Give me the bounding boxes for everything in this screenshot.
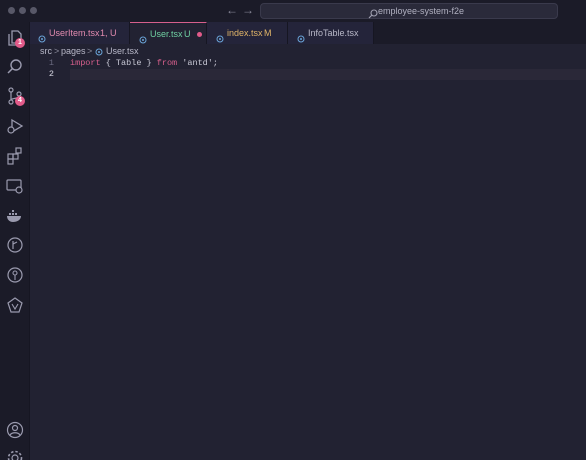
files-icon[interactable]: 1	[5, 28, 25, 48]
tab-index[interactable]: index.tsx M	[207, 22, 288, 44]
code-editor[interactable]: 1 2 import { Table } from 'antd';	[30, 56, 586, 460]
react-file-icon	[297, 29, 305, 43]
tab-useritem[interactable]: UserItem.tsx 1, U	[30, 22, 130, 44]
react-file-icon	[139, 30, 147, 44]
maximize-window-button[interactable]	[30, 7, 37, 14]
brace-open: {	[100, 58, 116, 68]
identifier-table: Table	[115, 58, 142, 68]
close-window-button[interactable]	[8, 7, 15, 14]
search-icon	[368, 6, 378, 19]
keyword-from: from	[156, 58, 178, 68]
command-center-search[interactable]: employee-system-f2e	[260, 3, 558, 19]
run-debug-icon[interactable]	[5, 116, 25, 136]
git-graph-icon[interactable]	[5, 235, 25, 255]
line-number: 2	[48, 69, 54, 79]
source-control-badge: 4	[15, 96, 25, 106]
docker-icon[interactable]	[5, 206, 25, 226]
tab-status: M	[264, 28, 272, 38]
remote-explorer-icon[interactable]	[5, 176, 25, 196]
tab-status: 1, U	[100, 28, 117, 38]
title-bar: ← → employee-system-f2e	[0, 0, 586, 22]
minimize-window-button[interactable]	[19, 7, 26, 14]
explorer-badge: 1	[15, 38, 25, 48]
window-title: employee-system-f2e	[378, 6, 465, 16]
extensions-icon[interactable]	[5, 146, 25, 166]
tab-user[interactable]: User.tsx U	[130, 22, 207, 44]
brace-close: }	[141, 58, 157, 68]
source-control-icon[interactable]: 4	[5, 86, 25, 106]
activity-bar: 1 4	[0, 22, 30, 460]
code-line[interactable]: import { Table } from 'antd';	[70, 58, 218, 69]
keyword-import: import	[70, 58, 101, 68]
tab-status: U	[184, 29, 191, 39]
tab-label: User.tsx	[150, 29, 183, 39]
unsaved-dot-icon[interactable]	[197, 32, 202, 37]
gitlens-icon[interactable]	[5, 265, 25, 285]
tab-label: index.tsx	[227, 28, 263, 38]
tab-infotable[interactable]: InfoTable.tsx	[288, 22, 374, 44]
react-file-icon	[38, 29, 46, 43]
back-arrow-icon[interactable]: ←	[226, 3, 238, 17]
react-file-icon	[95, 47, 103, 56]
semicolon: ;	[212, 58, 218, 68]
account-icon[interactable]	[5, 420, 25, 440]
editor-tab-bar: UserItem.tsx 1, U User.tsx U index.tsx M…	[30, 22, 586, 44]
tab-label: UserItem.tsx	[49, 28, 100, 38]
string-antd: 'antd'	[182, 58, 213, 68]
tab-label: InfoTable.tsx	[308, 28, 359, 38]
search-icon[interactable]	[5, 57, 25, 77]
react-file-icon	[216, 29, 224, 43]
current-line-highlight	[70, 69, 586, 80]
forward-arrow-icon[interactable]: →	[242, 3, 254, 17]
line-number: 1	[48, 58, 54, 68]
settings-gear-icon[interactable]	[5, 448, 25, 460]
deploy-icon[interactable]	[5, 295, 25, 315]
